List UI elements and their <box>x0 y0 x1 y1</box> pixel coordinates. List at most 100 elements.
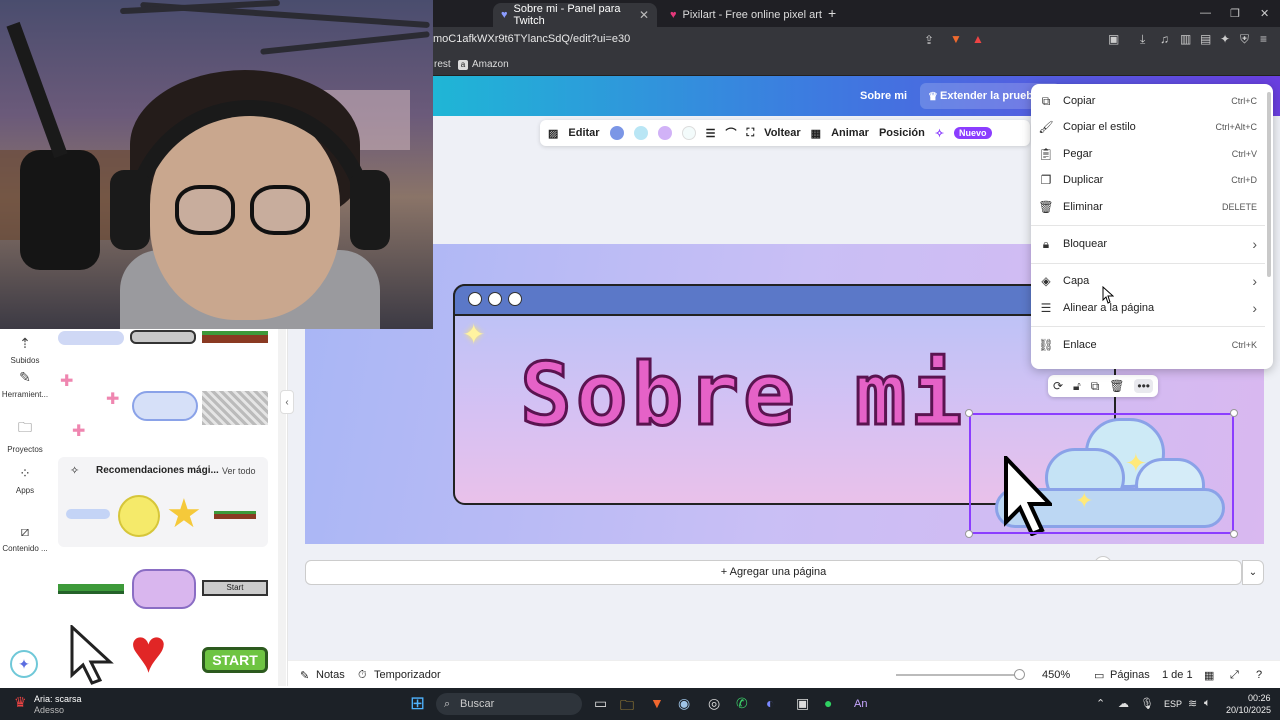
transparency-icon[interactable]: ▦ <box>811 127 821 140</box>
new-tab-icon[interactable]: + <box>828 5 836 21</box>
close-tab-icon[interactable]: ✕ <box>639 8 649 22</box>
notes-button[interactable]: Notas <box>316 669 345 681</box>
menu-item-align[interactable]: ☰ Alinear a la página › <box>1031 295 1265 321</box>
cloud-element-thumb[interactable] <box>66 509 110 519</box>
cloud-tray-icon[interactable]: ☁ <box>1118 697 1129 710</box>
spotify-icon[interactable]: ● <box>824 695 832 711</box>
clock-time[interactable]: 00:26 <box>1248 693 1271 703</box>
microphone-icon[interactable]: 🎙︎ <box>1140 697 1154 710</box>
animate-button[interactable]: Animar <box>831 127 869 139</box>
app-icon[interactable]: ▣ <box>796 695 809 712</box>
chevron-down-icon[interactable]: ⌄ <box>1242 560 1264 585</box>
color-swatch-1[interactable] <box>609 126 624 140</box>
menu-scrollbar[interactable] <box>1267 92 1271 277</box>
cursor-element-thumb[interactable] <box>70 625 114 685</box>
sidebar-item-projects[interactable]: 🗀︎ Proyectos <box>0 417 50 454</box>
grid-view-icon[interactable]: ▦ <box>1204 669 1214 682</box>
start-button-thumb[interactable]: Start <box>202 580 268 596</box>
bookmark-rest[interactable]: rest <box>434 59 451 70</box>
more-options-icon[interactable]: ••• <box>1134 379 1153 393</box>
menu-item-delete[interactable]: 🗑︎ Eliminar DELETE <box>1031 194 1265 220</box>
reader-icon[interactable]: ▥ <box>1180 32 1191 46</box>
sidebar-icon[interactable]: ▣ <box>1108 32 1119 46</box>
menu-icon[interactable]: ≡ <box>1260 32 1267 46</box>
menu-item-lock[interactable]: 🔒︎ Bloquear › <box>1031 231 1265 257</box>
brave-rewards-icon[interactable]: ▲ <box>972 32 984 46</box>
close-window-icon[interactable]: ✕ <box>1260 7 1269 20</box>
vpn-icon[interactable]: ⛨ <box>1240 32 1249 47</box>
url-text[interactable]: moC1afkWXr9t6TYlancSdQ/edit?ui=e30 <box>433 33 630 45</box>
rotate-icon[interactable]: ⟳ <box>1053 379 1063 393</box>
grass-element-thumb[interactable] <box>58 584 124 594</box>
position-button[interactable]: Posición <box>879 127 925 139</box>
obs-icon[interactable]: ◎ <box>708 695 720 712</box>
magic-tool-icon[interactable]: ✧ <box>935 127 944 140</box>
trash-icon[interactable]: 🗑︎ <box>1109 379 1124 393</box>
restore-icon[interactable]: ❐ <box>1230 7 1240 20</box>
sidebar-item-tools[interactable]: ✎ Herramient... <box>0 369 50 399</box>
sidebar-item-uploads[interactable]: ⇡ Subidos <box>0 335 50 365</box>
menu-item-duplicate[interactable]: ❐ Duplicar Ctrl+D <box>1031 167 1265 193</box>
sidebar-item-apps[interactable]: ⁘ Apps <box>0 465 50 495</box>
resize-handle[interactable] <box>965 409 973 417</box>
download-icon[interactable]: ⤓ <box>1140 32 1145 47</box>
tray-overflow-icon[interactable]: ⌃ <box>1096 697 1105 710</box>
start-big-element-thumb[interactable]: START <box>202 647 268 673</box>
clock-date[interactable]: 20/10/2025 <box>1226 705 1271 715</box>
panel-scrollbar[interactable] <box>278 329 286 686</box>
resize-handle[interactable] <box>1230 409 1238 417</box>
edit-button[interactable]: Editar <box>568 127 599 139</box>
border-style-icon[interactable]: ☰ <box>706 127 716 140</box>
discord-icon[interactable]: ◐ <box>766 695 774 711</box>
heart-element-thumb[interactable]: ♥ <box>130 621 167 683</box>
tab-sobre-mi[interactable]: ♥ Sobre mi - Panel para Twitch ✕ <box>493 3 657 27</box>
crop-icon[interactable]: ⛶ <box>746 127 754 140</box>
pages-button[interactable]: Páginas <box>1110 669 1150 681</box>
wallet-icon[interactable]: ▤ <box>1200 32 1211 46</box>
sidebar-item-content[interactable]: ⧄ Contenido ... <box>0 523 50 553</box>
leo-icon[interactable]: ✦ <box>1220 32 1230 46</box>
help-icon[interactable]: ? <box>1256 669 1262 681</box>
fullscreen-icon[interactable]: ⤢ <box>1230 669 1239 682</box>
zoom-slider[interactable] <box>896 674 1020 676</box>
magic-assistant-icon[interactable]: ✦ <box>10 650 38 678</box>
taskbar-search[interactable]: ⌕ Buscar <box>436 693 582 715</box>
button-element-thumb[interactable] <box>130 330 196 344</box>
color-swatch-3[interactable] <box>657 126 672 140</box>
star-element-thumb[interactable]: ★ <box>166 491 202 537</box>
brave-shield-icon[interactable]: ▼ <box>950 32 962 46</box>
volume-icon[interactable]: 🔈︎ <box>1204 697 1211 710</box>
design-title[interactable]: Sobre mi <box>860 90 907 102</box>
color-swatch-4[interactable] <box>681 126 696 140</box>
whatsapp-icon[interactable]: ✆ <box>736 695 748 712</box>
zoom-slider-knob[interactable] <box>1014 669 1025 680</box>
brave-icon[interactable]: ▼ <box>650 695 664 711</box>
design-title-text[interactable]: Sobre mi <box>518 351 966 440</box>
menu-item-paste[interactable]: 📋︎ Pegar Ctrl+V <box>1031 141 1265 167</box>
music-icon[interactable]: ♫ <box>1160 32 1169 46</box>
resize-handle[interactable] <box>1230 530 1238 538</box>
pixel-heart-icon[interactable]: ✚ <box>60 371 73 391</box>
menu-item-layer[interactable]: ◈ Capa › <box>1031 268 1265 294</box>
corner-rounding-icon[interactable]: ⌒ <box>725 125 736 141</box>
cloud-element-thumb[interactable] <box>132 391 198 421</box>
ground-element-thumb[interactable] <box>202 331 268 343</box>
moon-element-thumb[interactable] <box>118 495 160 537</box>
lock-icon[interactable]: 🔓︎ <box>1073 379 1081 394</box>
share-icon[interactable]: ⇪ <box>924 33 934 47</box>
language-indicator[interactable]: ESP <box>1164 699 1182 709</box>
animate-app-icon[interactable]: An <box>854 698 867 710</box>
cloud-element-thumb[interactable] <box>58 331 124 345</box>
pixel-heart-icon[interactable]: ✚ <box>106 389 119 409</box>
duplicate-icon[interactable]: ⧉ <box>1091 379 1100 394</box>
collapse-panel-button[interactable]: ‹ <box>280 390 294 414</box>
resize-handle[interactable] <box>965 530 973 538</box>
timer-button[interactable]: Temporizador <box>374 669 441 681</box>
flip-button[interactable]: Voltear <box>764 127 800 139</box>
ground-element-thumb[interactable] <box>214 511 256 519</box>
color-swatch-2[interactable] <box>633 126 648 140</box>
wifi-icon[interactable]: ≋ <box>1188 697 1197 710</box>
see-all-link[interactable]: Ver todo <box>222 466 256 476</box>
bookmark-amazon[interactable]: Amazon <box>472 59 509 70</box>
pixel-heart-icon[interactable]: ✚ <box>72 421 85 441</box>
